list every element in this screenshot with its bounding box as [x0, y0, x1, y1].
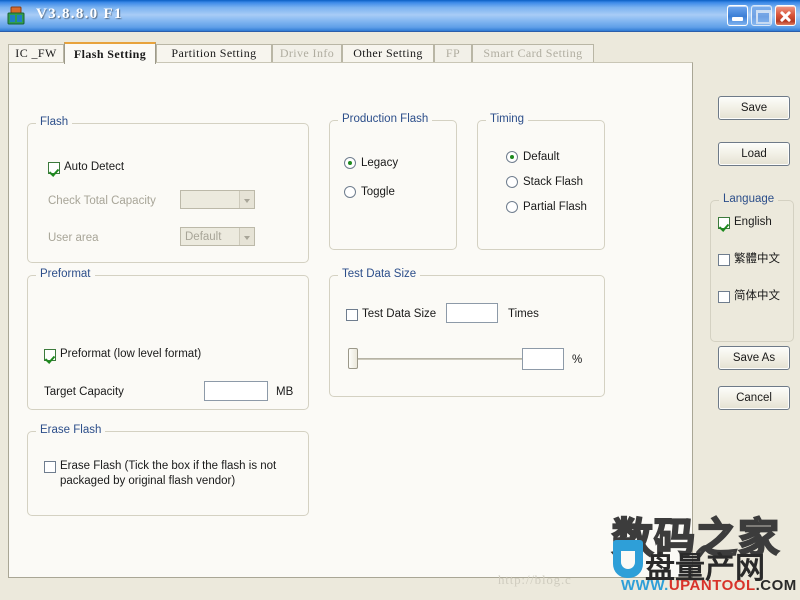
traditional-chinese-checkbox[interactable] — [718, 254, 730, 266]
timing-option-default[interactable]: Default — [506, 151, 559, 163]
percent-slider-track[interactable] — [354, 358, 534, 360]
upantool-url-watermark: WWW.UPANTOOL.COM — [621, 577, 797, 594]
minimize-button[interactable] — [727, 5, 748, 26]
user-area-value: Default — [181, 231, 239, 243]
english-label: English — [734, 216, 772, 229]
auto-detect-checkbox[interactable] — [48, 162, 60, 174]
default-timing-radio[interactable] — [506, 151, 518, 163]
traditional-chinese-label: 繁體中文 — [734, 253, 780, 266]
production-flash-group: Production Flash Legacy Toggle — [329, 120, 457, 250]
flash-group: Flash Auto Detect Check Total Capacity U… — [27, 123, 309, 263]
test-data-size-checkbox-row[interactable]: Test Data Size — [346, 308, 436, 321]
language-option-english[interactable]: English — [718, 216, 772, 229]
tab-smart-card-setting: Smart Card Setting — [472, 44, 594, 62]
tab-flash-setting[interactable]: Flash Setting — [64, 42, 156, 64]
simplified-chinese-checkbox[interactable] — [718, 291, 730, 303]
tab-fp: FP — [434, 44, 472, 62]
erase-flash-checkbox[interactable] — [44, 461, 56, 473]
cancel-button[interactable]: Cancel — [718, 386, 790, 410]
title-bar: V3.8.8.0 F1 — [0, 0, 800, 32]
url-tld: .COM — [756, 577, 797, 594]
timing-group: Timing Default Stack Flash Partial Flash — [477, 120, 605, 250]
test-data-size-label: Test Data Size — [362, 308, 436, 321]
erase-flash-label-line1: Erase Flash (Tick the box if the flash i… — [60, 460, 276, 473]
save-button[interactable]: Save — [718, 96, 790, 120]
target-capacity-unit: MB — [276, 386, 293, 398]
timing-option-stack-flash[interactable]: Stack Flash — [506, 176, 583, 188]
check-total-capacity-dropdown — [180, 190, 255, 209]
check-total-capacity-label: Check Total Capacity — [48, 195, 156, 207]
test-data-size-group-legend: Test Data Size — [338, 268, 420, 280]
timing-option-partial-flash[interactable]: Partial Flash — [506, 201, 587, 213]
language-option-simplified-chinese[interactable]: 简体中文 — [718, 290, 780, 303]
stack-flash-radio[interactable] — [506, 176, 518, 188]
chevron-down-icon — [239, 191, 254, 208]
simplified-chinese-label: 简体中文 — [734, 290, 780, 303]
partial-flash-radio[interactable] — [506, 201, 518, 213]
language-group: Language English 繁體中文 简体中文 — [710, 200, 794, 342]
times-unit-label: Times — [508, 308, 539, 320]
flash-group-legend: Flash — [36, 116, 72, 128]
window-title: V3.8.8.0 F1 — [36, 6, 123, 23]
english-checkbox[interactable] — [718, 217, 730, 229]
toggle-label: Toggle — [361, 186, 395, 198]
percent-unit-label: % — [572, 354, 582, 366]
tab-other-setting[interactable]: Other Setting — [342, 44, 434, 62]
production-flash-option-toggle[interactable]: Toggle — [344, 186, 395, 198]
test-data-times-input[interactable] — [446, 303, 498, 323]
url-www: WWW. — [621, 577, 669, 594]
usb-drive-icon — [6, 6, 26, 26]
tab-drive-info: Drive Info — [272, 44, 342, 62]
test-data-size-checkbox[interactable] — [346, 309, 358, 321]
language-option-traditional-chinese[interactable]: 繁體中文 — [718, 253, 780, 266]
application-window: V3.8.8.0 F1 IC _FW Flash Setting Partiti… — [0, 0, 800, 600]
maximize-button[interactable] — [751, 5, 772, 26]
flash-setting-panel: Flash Auto Detect Check Total Capacity U… — [8, 62, 693, 578]
default-timing-label: Default — [523, 151, 559, 163]
load-button[interactable]: Load — [718, 142, 790, 166]
legacy-label: Legacy — [361, 157, 398, 169]
blog-url-watermark: http://blog.c — [498, 572, 572, 588]
language-group-legend: Language — [719, 193, 778, 205]
auto-detect-label: Auto Detect — [64, 161, 124, 174]
chevron-down-icon — [239, 228, 254, 245]
close-button[interactable] — [775, 5, 796, 26]
auto-detect-checkbox-row[interactable]: Auto Detect — [48, 161, 124, 174]
tab-partition-setting[interactable]: Partition Setting — [156, 44, 272, 62]
erase-flash-group-legend: Erase Flash — [36, 424, 105, 436]
user-area-dropdown: Default — [180, 227, 255, 246]
partial-flash-label: Partial Flash — [523, 201, 587, 213]
preformat-group-legend: Preformat — [36, 268, 95, 280]
percent-input[interactable] — [522, 348, 564, 370]
preformat-checkbox[interactable] — [44, 349, 56, 361]
legacy-radio[interactable] — [344, 157, 356, 169]
erase-flash-checkbox-row[interactable]: Erase Flash (Tick the box if the flash i… — [44, 460, 294, 488]
erase-flash-group: Erase Flash Erase Flash (Tick the box if… — [27, 431, 309, 516]
tab-ic-fw[interactable]: IC _FW — [8, 44, 64, 62]
target-capacity-input[interactable] — [204, 381, 268, 401]
preformat-group: Preformat Preformat (low level format) T… — [27, 275, 309, 410]
stack-flash-label: Stack Flash — [523, 176, 583, 188]
timing-group-legend: Timing — [486, 113, 528, 125]
target-capacity-label: Target Capacity — [44, 386, 124, 398]
production-flash-option-legacy[interactable]: Legacy — [344, 157, 398, 169]
test-data-size-group: Test Data Size Test Data Size Times % — [329, 275, 605, 397]
url-name: UPANTOOL — [669, 577, 756, 594]
preformat-checkbox-row[interactable]: Preformat (low level format) — [44, 348, 201, 361]
user-area-label: User area — [48, 232, 99, 244]
production-flash-group-legend: Production Flash — [338, 113, 432, 125]
save-as-button[interactable]: Save As — [718, 346, 790, 370]
percent-slider-thumb[interactable] — [348, 348, 358, 369]
preformat-label: Preformat (low level format) — [60, 348, 201, 361]
erase-flash-label-line2: packaged by original flash vendor) — [60, 475, 276, 488]
upantool-logo-icon — [613, 540, 643, 578]
toggle-radio[interactable] — [344, 186, 356, 198]
